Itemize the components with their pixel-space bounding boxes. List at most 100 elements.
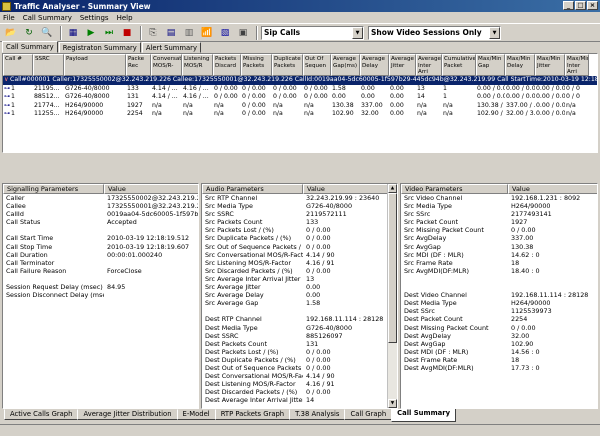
audio-row[interactable]: Src Conversational MOS/R-Factor 4.14 / 90 xyxy=(202,251,397,259)
column-header[interactable]: SSRC xyxy=(33,54,64,76)
filter-icon[interactable]: ▥ xyxy=(181,25,197,40)
column-header[interactable]: Max/Min Delay xyxy=(505,54,535,76)
tab-call-summary[interactable]: Call Summary xyxy=(391,409,457,422)
signalling-row[interactable]: Call Duration 00:00:01.000240 xyxy=(3,251,198,259)
audio-col-name[interactable]: Audio Parameters xyxy=(202,184,303,194)
audio-col-value[interactable]: Value xyxy=(303,184,389,194)
video-filter-select[interactable]: Show Video Sessions Only ▼ xyxy=(368,25,501,40)
signalling-col-name[interactable]: Signalling Parameters xyxy=(3,184,104,194)
video-row[interactable] xyxy=(401,275,597,283)
column-header[interactable]: Cumulative Packet xyxy=(442,54,476,76)
audio-row[interactable]: Src Packets Lost / (%) 0 / 0.00 xyxy=(202,226,397,234)
column-header[interactable]: Duplicate Packets xyxy=(272,54,303,76)
video-row[interactable]: Src Frame Rate 18 xyxy=(401,259,597,267)
video-row[interactable]: Src SSrc 2177493141 xyxy=(401,210,597,218)
video-row[interactable]: Src Media Type H264/90000 xyxy=(401,202,597,210)
audio-row[interactable]: Src Media Type G726-40/8000 xyxy=(202,202,397,210)
audio-row[interactable]: Src Average Gap 1.58 xyxy=(202,299,397,307)
video-row[interactable]: Src Packet Count 1927 xyxy=(401,218,597,226)
video-row[interactable]: Src Video Channel 192.168.1.231 : 8092 xyxy=(401,194,597,202)
audio-row[interactable]: Dest Conversational MOS/R-Fact...4.14 / … xyxy=(202,372,397,380)
audio-row[interactable]: Dest Packets Lost / (%) 0 / 0.00 xyxy=(202,348,397,356)
table-row[interactable]: ⊶1 88512... G726-40/8000 131 4.14 / ... 4.16 … xyxy=(3,93,597,102)
refresh-icon[interactable]: ↻ xyxy=(21,25,37,40)
column-header[interactable]: Missing Packets xyxy=(241,54,272,76)
column-header[interactable]: Call # xyxy=(3,54,33,76)
signalling-row[interactable]: Session Request Delay (msec) 84.95 xyxy=(3,283,198,291)
video-row[interactable]: Src AvgGap 130.38 xyxy=(401,243,597,251)
tab-call-graph[interactable]: Call Graph xyxy=(344,409,393,420)
tab-alert-summary[interactable]: Alert Summary xyxy=(141,42,201,53)
call-type-select[interactable]: Sip Calls ▼ xyxy=(261,25,364,40)
search-icon[interactable]: 🔍 xyxy=(39,25,55,40)
audio-scrollbar[interactable]: ▲ ▼ xyxy=(387,184,397,408)
signalling-row[interactable] xyxy=(3,226,198,234)
column-header[interactable]: Max/Min Inter Arri xyxy=(565,54,589,76)
video-row[interactable]: Dest SSrc 1125539973 xyxy=(401,307,597,315)
column-header[interactable]: Max/Min Gap xyxy=(476,54,505,76)
audio-row[interactable]: Src Average Delay 0.00 xyxy=(202,291,397,299)
menu-file[interactable]: File xyxy=(3,14,15,22)
video-row[interactable]: Dest Missing Packet Count 0 / 0.00 xyxy=(401,324,597,332)
audio-row[interactable]: Src Out of Sequence Packets / (%)0 / 0.0… xyxy=(202,243,397,251)
column-header[interactable]: Average Inter Arri xyxy=(416,54,442,76)
video-row[interactable]: Dest Video Channel 192.168.11.114 : 28128 xyxy=(401,291,597,299)
tab-e-model[interactable]: E-Model xyxy=(176,409,216,420)
signalling-row[interactable]: CallId 0019aa04-5dc60005-1f597b29... xyxy=(3,210,198,218)
stats-icon[interactable]: ▧ xyxy=(217,25,233,40)
signalling-row[interactable]: Call Status Accepted xyxy=(3,218,198,226)
menu-help[interactable]: Help xyxy=(117,14,133,22)
export-icon[interactable]: ⎘ xyxy=(145,25,161,40)
signalling-row[interactable] xyxy=(3,275,198,283)
video-row[interactable]: Dest AvgGap 102.90 xyxy=(401,340,597,348)
signalling-row[interactable]: Session Disconnect Delay (msec) xyxy=(3,291,198,299)
table-row[interactable]: ⊶1 21774... H264/90000 1927 n/a n/a n/a 0 / 0.0… xyxy=(3,102,597,111)
grid-icon[interactable]: ▦ xyxy=(65,25,81,40)
video-row[interactable]: Dest Frame Rate 18 xyxy=(401,356,597,364)
settings-icon[interactable]: ▣ xyxy=(235,25,251,40)
open-icon[interactable]: 📂 xyxy=(3,25,19,40)
column-header[interactable]: Listening MOS/R xyxy=(182,54,213,76)
audio-row[interactable]: Src Duplicate Packets / (%) 0 / 0.00 xyxy=(202,234,397,242)
table-row[interactable]: ⊶1 11255... H264/90000 2254 n/a n/a n/a 0 / 0.0… xyxy=(3,110,597,119)
scroll-down-icon[interactable]: ▼ xyxy=(388,399,397,408)
video-row[interactable]: Dest AvgDelay 32.00 xyxy=(401,332,597,340)
video-col-value[interactable]: Value xyxy=(508,184,597,194)
signalling-row[interactable]: Call Start Time 2010-03-19 12:18:19.512 xyxy=(3,234,198,242)
audio-row[interactable]: Dest RTP Channel 192.168.11.114 : 28128 xyxy=(202,315,397,323)
minimize-button[interactable]: _ xyxy=(563,1,574,10)
column-header[interactable]: Out Of Sequen xyxy=(303,54,331,76)
chevron-down-icon[interactable]: ▼ xyxy=(489,26,500,39)
audio-row[interactable]: Dest Discarded Packets / (%) 0 / 0.00 xyxy=(202,388,397,396)
signalling-row[interactable]: Call Terminator xyxy=(3,259,198,267)
audio-row[interactable]: Src RTP Channel 32.243.219.99 : 23640 xyxy=(202,194,397,202)
video-row[interactable]: Dest Media Type H264/90000 xyxy=(401,299,597,307)
tab-average-jitter-distribution[interactable]: Average Jitter Distribution xyxy=(77,409,178,420)
video-row[interactable]: Dest MDI (DF : MLR) 14.56 : 0 xyxy=(401,348,597,356)
tab-rtp-packets-graph[interactable]: RTP Packets Graph xyxy=(214,409,291,420)
tab-registration-summary[interactable]: Registraton Summary xyxy=(58,42,141,53)
step-icon[interactable]: ⏭ xyxy=(101,25,117,40)
column-header[interactable]: Average Jitter xyxy=(389,54,416,76)
audio-row[interactable]: Dest Out of Sequence Packets / (%)0 / 0.… xyxy=(202,364,397,372)
audio-row[interactable]: Dest Duplicate Packets / (%) 0 / 0.00 xyxy=(202,356,397,364)
video-col-name[interactable]: Video Parameters xyxy=(401,184,508,194)
video-row[interactable]: Src MDI (DF : MLR) 14.62 : 0 xyxy=(401,251,597,259)
column-header[interactable]: Packe Rec xyxy=(126,54,151,76)
audio-row[interactable]: Src Listening MOS/R-Factor 4.16 / 91 xyxy=(202,259,397,267)
audio-row[interactable]: Src Average Inter Arrival Jitter (R...13 xyxy=(202,275,397,283)
audio-row[interactable]: Dest Packets Count 131 xyxy=(202,340,397,348)
video-row[interactable]: Src Missing Packet Count 0 / 0.00 xyxy=(401,226,597,234)
selected-call-row[interactable]: ∨ Call#000001 Caller:17325550002@32.243.… xyxy=(3,76,597,85)
column-header[interactable]: Payload xyxy=(64,54,126,76)
column-header[interactable]: Max/Min Jitter xyxy=(535,54,565,76)
splitter[interactable] xyxy=(0,154,600,182)
graph-icon[interactable]: ▤ xyxy=(163,25,179,40)
video-row[interactable]: Dest AvgMDI(DF:MLR) 17.73 : 0 xyxy=(401,364,597,372)
scroll-thumb[interactable] xyxy=(388,193,397,343)
column-header[interactable]: Conversat MOS/R- xyxy=(151,54,182,76)
audio-row[interactable]: Src SSRC 2119572111 xyxy=(202,210,397,218)
audio-row[interactable]: Src Average Jitter 0.00 xyxy=(202,283,397,291)
signalling-row[interactable]: Call Stop Time 2010-03-19 12:18:19.607 xyxy=(3,243,198,251)
close-button[interactable]: × xyxy=(587,1,598,10)
